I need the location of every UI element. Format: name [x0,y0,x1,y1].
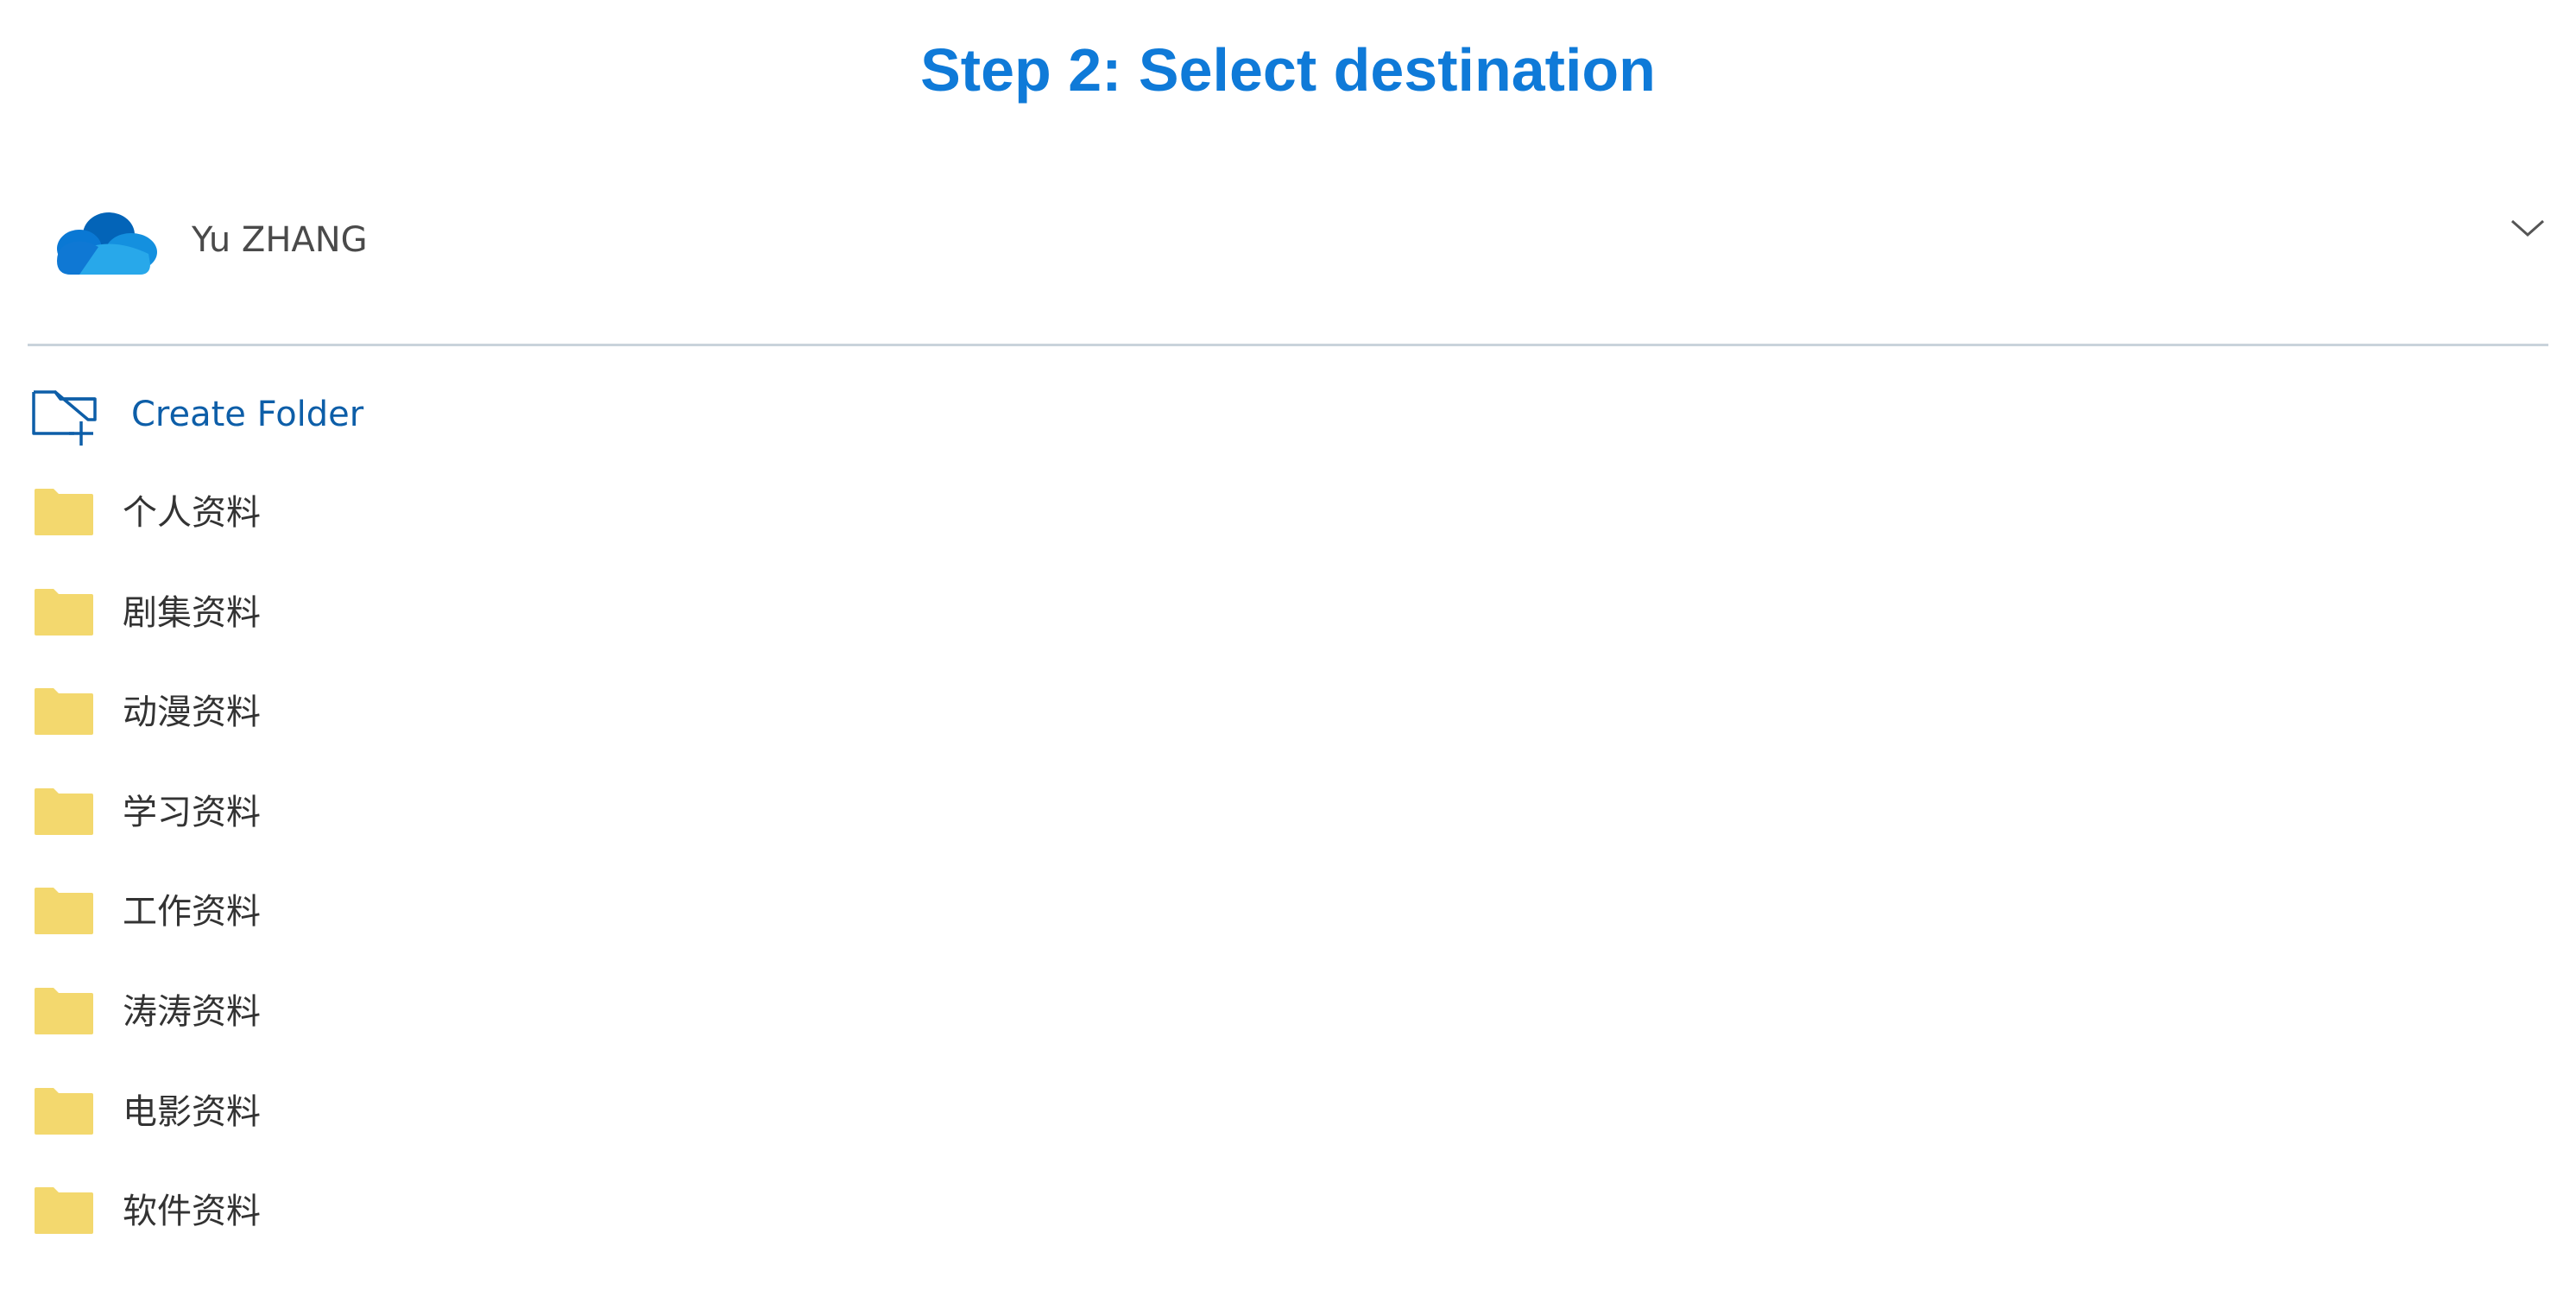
create-folder-button[interactable]: Create Folder [31,380,549,449]
folder-item[interactable]: 动漫资料 [31,683,1067,783]
divider [28,344,2548,346]
folder-name: 电影资料 [123,1091,261,1132]
folder-name: 涛涛资料 [123,991,261,1032]
folder-icon [35,987,93,1034]
account-selector[interactable]: Yu ZHANG [28,173,2548,302]
folder-name: 剧集资料 [123,592,261,633]
folder-icon [35,1187,93,1235]
create-folder-label: Create Folder [131,395,364,434]
folder-list: 个人资料 剧集资料 动漫资料 学习资料 工作资料 涛涛资料 电影资料 软件资料 [31,484,1067,1282]
folder-icon [35,1087,93,1135]
folder-icon [35,888,93,935]
folder-item[interactable]: 涛涛资料 [31,983,1067,1083]
chevron-down-icon[interactable] [2507,207,2548,249]
folder-name: 个人资料 [123,493,261,533]
folder-add-icon [32,390,97,446]
folder-icon [35,787,93,835]
destination-picker: Step 2: Select destination Yu ZHANG Crea… [0,0,2576,1290]
folder-item[interactable]: 软件资料 [31,1182,1067,1282]
folder-item[interactable]: 工作资料 [31,882,1067,983]
onedrive-cloud-icon [57,212,157,275]
folder-name: 学习资料 [123,792,261,832]
folder-icon [35,489,93,535]
account-name: Yu ZHANG [192,220,368,260]
folder-name: 工作资料 [123,892,261,933]
folder-icon [35,588,93,636]
folder-name: 动漫资料 [123,692,261,733]
folder-icon [35,688,93,736]
folder-item[interactable]: 个人资料 [31,484,1067,584]
folder-item[interactable]: 电影资料 [31,1083,1067,1183]
folder-item[interactable]: 剧集资料 [31,584,1067,684]
folder-item[interactable]: 学习资料 [31,783,1067,883]
folder-name: 软件资料 [123,1192,261,1232]
page-title: Step 2: Select destination [920,36,1656,104]
